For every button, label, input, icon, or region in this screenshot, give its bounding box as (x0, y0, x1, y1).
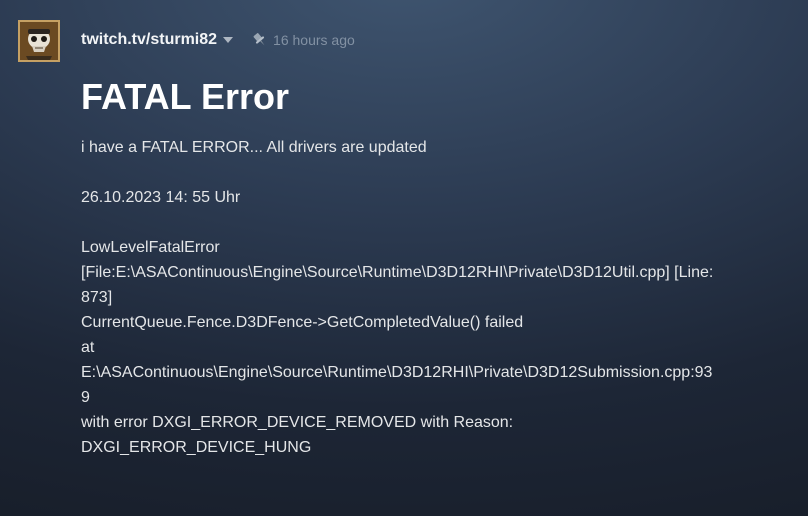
error-line: E:\ASAContinuous\Engine\Source\Runtime\D… (81, 364, 713, 381)
error-line: with error DXGI_ERROR_DEVICE_REMOVED wit… (81, 414, 514, 431)
error-line: [File:E:\ASAContinuous\Engine\Source\Run… (81, 264, 714, 281)
post-datetime-text: 26.10.2023 14: 55 Uhr (81, 189, 241, 206)
error-line: 9 (81, 389, 90, 406)
post-intro-text: i have a FATAL ERROR... All drivers are … (81, 139, 427, 156)
post-header: twitch.tv/sturmi82 16 hours ago (81, 28, 355, 52)
chevron-down-icon[interactable] (223, 35, 234, 45)
error-line: CurrentQueue.Fence.D3DFence->GetComplete… (81, 314, 524, 331)
avatar-image (20, 22, 58, 60)
error-line: LowLevelFatalError (81, 239, 220, 256)
error-line: DXGI_ERROR_DEVICE_HUNG (81, 439, 312, 456)
error-line: at (81, 339, 95, 356)
forum-post: twitch.tv/sturmi82 16 hours ago FATAL Er… (0, 0, 808, 516)
avatar[interactable] (18, 20, 60, 62)
error-line: 873] (81, 289, 113, 306)
author-name[interactable]: twitch.tv/sturmi82 (81, 31, 217, 49)
pushpin-icon (251, 31, 269, 49)
post-body: i have a FATAL ERROR... All drivers are … (81, 135, 793, 460)
post-timestamp: 16 hours ago (273, 32, 355, 48)
post-title: FATAL Error (81, 76, 290, 117)
